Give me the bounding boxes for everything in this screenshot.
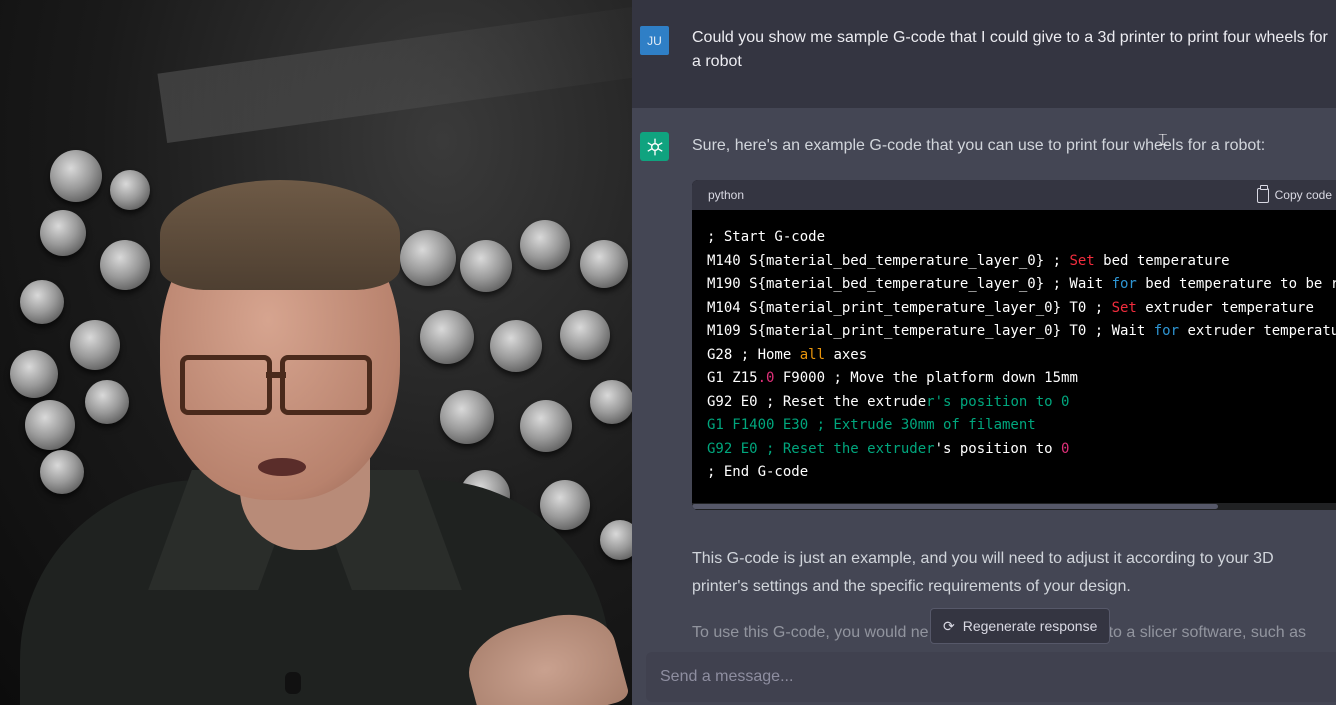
code-token: Set <box>1111 299 1137 316</box>
typewriter-key <box>20 280 64 324</box>
code-token: Set <box>1069 252 1095 269</box>
typewriter-key <box>50 150 102 202</box>
lapel-microphone <box>285 672 301 694</box>
code-token: M109 S{material_print_temperature_layer_… <box>707 323 1154 339</box>
typewriter-key <box>400 230 456 286</box>
glasses-right-lens <box>280 355 372 415</box>
code-horizontal-scrollbar[interactable] <box>692 503 1336 510</box>
typewriter-key <box>420 310 474 364</box>
clipboard-icon <box>1256 184 1269 203</box>
code-token: r's position to 0 <box>926 393 1070 410</box>
code-token: for <box>1111 276 1137 292</box>
regenerate-response-button[interactable]: ⟳ Regenerate response <box>930 608 1111 644</box>
typewriter-key <box>520 400 572 452</box>
openai-logo-icon <box>640 132 669 161</box>
refresh-icon: ⟳ <box>943 617 955 634</box>
code-token: axes <box>825 346 868 363</box>
code-token: extruder temperature <box>1136 299 1314 316</box>
glasses-bridge <box>266 372 286 378</box>
code-block: python Copy code ; Start G-code M140 S{ma… <box>692 180 1336 510</box>
code-token: F9000 ; Move the platform down 15mm <box>774 370 1078 386</box>
code-line: G1 F1400 E30 ; Extrude 30mm of filament <box>707 414 1336 438</box>
code-line: G28 ; Home all axes <box>707 344 1336 368</box>
code-token: M140 S{material_bed_temperature_layer_0}… <box>707 252 1070 269</box>
user-message-text: Could you show me sample G-code that I c… <box>692 29 1328 70</box>
code-line: M190 S{material_bed_temperature_layer_0}… <box>707 273 1336 297</box>
typewriter-key <box>440 390 494 444</box>
typewriter-key <box>25 400 75 450</box>
scrollbar-thumb[interactable] <box>692 504 1218 509</box>
code-token: .0 <box>757 370 775 386</box>
code-token: 's position to <box>934 440 1062 457</box>
code-block-header: python Copy code <box>692 180 1336 210</box>
code-line: M104 S{material_print_temperature_layer_… <box>707 297 1336 321</box>
typewriter-key <box>100 240 150 290</box>
code-token: all <box>799 346 826 363</box>
person-hair <box>160 180 400 290</box>
code-line: ; Start G-code <box>707 226 1336 250</box>
typewriter-key <box>560 310 610 360</box>
code-line: M140 S{material_bed_temperature_layer_0}… <box>707 250 1336 274</box>
user-avatar: JU <box>640 26 669 55</box>
assistant-message: Sure, here's an example G-code that you … <box>632 108 1336 705</box>
code-token: 0 <box>1061 440 1070 457</box>
code-token: G28 ; Home <box>707 346 800 363</box>
code-line: G92 E0 ; Reset the extruder's position t… <box>707 438 1336 462</box>
code-token: M104 S{material_print_temperature_layer_… <box>707 299 1112 316</box>
typewriter-key <box>580 240 628 288</box>
regenerate-label: Regenerate response <box>962 618 1098 634</box>
copy-code-label: Copy code <box>1274 188 1332 202</box>
assistant-intro-text: Sure, here's an example G-code that you … <box>692 137 1266 154</box>
typewriter-key <box>40 210 86 256</box>
code-token: G92 E0 ; Reset the extruder <box>707 440 935 457</box>
person-mouth <box>258 458 306 476</box>
typewriter-key <box>460 240 512 292</box>
typewriter-key <box>110 170 150 210</box>
typewriter-key <box>40 450 84 494</box>
code-token: bed temperature <box>1094 252 1230 269</box>
code-token: G1 Z15 <box>707 370 758 386</box>
typewriter-key <box>490 320 542 372</box>
code-language-label: python <box>708 188 745 202</box>
code-content: ; Start G-code M140 S{material_bed_temper… <box>692 210 1336 485</box>
code-token: G92 E0 ; Reset the extrude <box>707 393 927 410</box>
code-token: ; Start G-code <box>707 229 826 245</box>
paragraph-text-start: To use this G-code, you would ne <box>692 624 929 641</box>
typewriter-key <box>540 480 590 530</box>
background-streak <box>157 6 632 144</box>
assistant-paragraph: This G-code is just an example, and you … <box>692 550 1274 595</box>
typewriter-key <box>70 320 120 370</box>
code-token: G1 F1400 E30 ; Extrude 30mm of filament <box>707 417 1036 433</box>
ibeam-cursor-icon: ⌶ <box>1158 132 1168 149</box>
code-line: ; End G-code <box>707 461 1336 485</box>
user-message: JU Could you show me sample G-code that … <box>632 0 1336 108</box>
copy-code-button[interactable]: Copy code <box>1256 184 1336 203</box>
code-token: bed temperature to be re <box>1136 276 1336 292</box>
code-token: for <box>1153 323 1180 339</box>
code-line: G92 E0 ; Reset the extruder's position t… <box>707 391 1336 415</box>
typewriter-key <box>600 520 632 560</box>
typewriter-key <box>520 220 570 270</box>
message-input-bar <box>646 652 1336 702</box>
glasses-left-lens <box>180 355 272 415</box>
typewriter-key <box>85 380 129 424</box>
typewriter-key <box>10 350 58 398</box>
message-input[interactable] <box>646 652 1336 702</box>
typewriter-key <box>590 380 632 424</box>
webcam-video <box>0 0 632 705</box>
code-token: extruder temperatur <box>1179 323 1336 339</box>
code-token: ; End G-code <box>707 464 809 480</box>
code-line: M109 S{material_print_temperature_layer_… <box>707 320 1336 344</box>
chat-panel: JU Could you show me sample G-code that … <box>632 0 1336 705</box>
paragraph-text-end: to a slicer software, such as <box>1108 624 1306 641</box>
code-line: G1 Z15.0 F9000 ; Move the platform down … <box>707 367 1336 391</box>
code-token: M190 S{material_bed_temperature_layer_0}… <box>707 276 1112 292</box>
